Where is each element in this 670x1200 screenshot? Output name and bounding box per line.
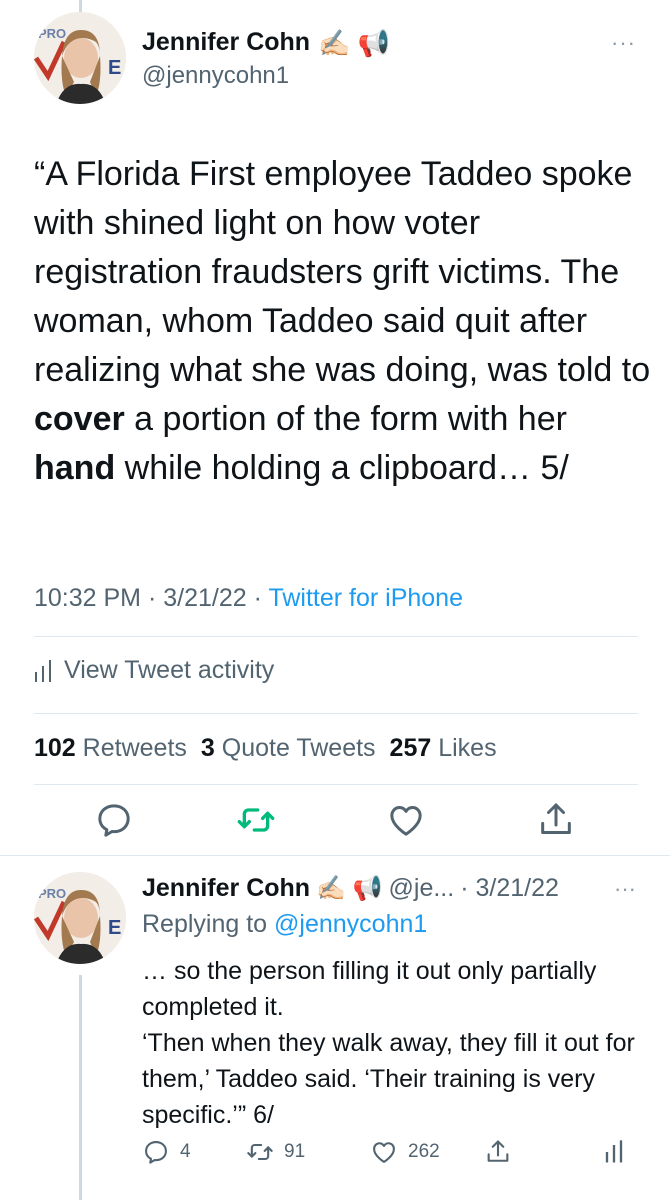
reply-icon: [145, 1141, 167, 1164]
like-count: 262: [408, 1141, 440, 1162]
retweet-icon: [237, 808, 275, 832]
like-button[interactable]: [386, 800, 426, 840]
divider: [34, 636, 638, 637]
view-tweet-activity[interactable]: View Tweet activity: [34, 656, 274, 685]
like-button[interactable]: 262: [370, 1138, 440, 1166]
analytics-button[interactable]: [600, 1138, 628, 1166]
author-emojis: ✍🏻 📢: [318, 27, 391, 58]
reply-header: Jennifer Cohn ✍🏻 📢 @je... · 3/21/22: [142, 874, 559, 903]
avatar[interactable]: PRO E: [34, 872, 126, 964]
tweet-stats: 102 Retweets 3 Quote Tweets 257 Likes: [34, 734, 497, 763]
tweet-text-part: “A Florida First employee Taddeo spoke w…: [34, 155, 651, 389]
svg-text:E: E: [108, 57, 121, 79]
reply-actions: 4 91 262: [142, 1138, 642, 1178]
replying-prefix: Replying to: [142, 910, 268, 938]
retweets-count: 102: [34, 734, 76, 762]
retweet-count: 91: [284, 1141, 306, 1162]
analytics-icon: [35, 659, 51, 682]
thread-line-top: [79, 0, 82, 12]
author-name[interactable]: Jennifer Cohn: [142, 874, 310, 903]
quotes-count: 3: [200, 734, 215, 762]
tweet-text-bold-cover: cover: [34, 400, 125, 438]
share-button[interactable]: [536, 800, 576, 840]
share-button[interactable]: [484, 1138, 512, 1166]
author-emojis: ✍🏻 📢: [316, 874, 383, 902]
svg-text:PRO: PRO: [38, 26, 66, 41]
divider: [34, 784, 638, 785]
reply-text: … so the person filling it out only part…: [142, 957, 635, 1129]
divider: [34, 713, 638, 714]
retweets-label: Retweets: [82, 734, 187, 762]
retweet-button[interactable]: [236, 800, 276, 840]
author-name[interactable]: Jennifer Cohn: [142, 28, 310, 57]
more-icon[interactable]: ···: [614, 876, 636, 902]
share-icon: [487, 1140, 509, 1162]
share-icon: [541, 803, 571, 834]
tweet-text-part: while holding a clipboard… 5/: [115, 449, 569, 487]
quotes-label: Quote Tweets: [221, 734, 376, 762]
avatar-image: PRO E: [34, 872, 126, 964]
tweet-date[interactable]: 3/21/22: [163, 584, 246, 612]
reply-button[interactable]: [94, 800, 134, 840]
like-icon: [373, 1142, 395, 1163]
reply-button[interactable]: 4: [142, 1138, 191, 1166]
meta-separator: ·: [253, 584, 262, 612]
reply-icon: [98, 804, 130, 837]
retweets-stat[interactable]: 102 Retweets: [34, 734, 187, 763]
meta-separator: ·: [147, 584, 157, 612]
tweet-source[interactable]: Twitter for iPhone: [268, 584, 463, 612]
tweet-date[interactable]: · 3/21/22: [460, 874, 559, 903]
tweet-text-part: a portion of the form with her: [124, 400, 567, 438]
likes-label: Likes: [438, 734, 497, 762]
author-handle[interactable]: @jennycohn1: [142, 62, 289, 90]
like-icon: [390, 806, 422, 836]
thread-line: [79, 975, 82, 1200]
svg-text:E: E: [108, 917, 121, 939]
replying-to: Replying to @jennycohn1: [142, 910, 427, 939]
svg-text:PRO: PRO: [38, 886, 66, 901]
tweet-actions: [0, 800, 670, 844]
reply-count: 4: [180, 1141, 191, 1162]
tweet-separator: [0, 855, 670, 856]
tweet-text-bold-hand: hand: [34, 449, 116, 487]
tweet-meta: 10:32 PM · 3/21/22 · Twitter for iPhone: [34, 584, 463, 613]
author-name-row[interactable]: Jennifer Cohn ✍🏻 📢: [142, 28, 390, 57]
quote-tweets-stat[interactable]: 3 Quote Tweets: [201, 734, 376, 763]
likes-stat[interactable]: 257 Likes: [390, 734, 497, 763]
author-handle[interactable]: @je...: [389, 874, 455, 903]
tweet-time[interactable]: 10:32 PM: [34, 584, 141, 612]
replying-to-handle[interactable]: @jennycohn1: [274, 910, 427, 938]
retweet-icon: [247, 1143, 273, 1161]
avatar[interactable]: PRO E: [34, 12, 126, 104]
more-icon[interactable]: ···: [611, 30, 636, 56]
view-tweet-activity-label: View Tweet activity: [64, 656, 275, 684]
analytics-icon: [605, 1140, 623, 1163]
avatar-image: PRO E: [34, 12, 126, 104]
tweet-text: “A Florida First employee Taddeo spoke w…: [34, 150, 654, 493]
retweet-button[interactable]: 91: [246, 1138, 305, 1166]
likes-count: 257: [389, 734, 432, 762]
